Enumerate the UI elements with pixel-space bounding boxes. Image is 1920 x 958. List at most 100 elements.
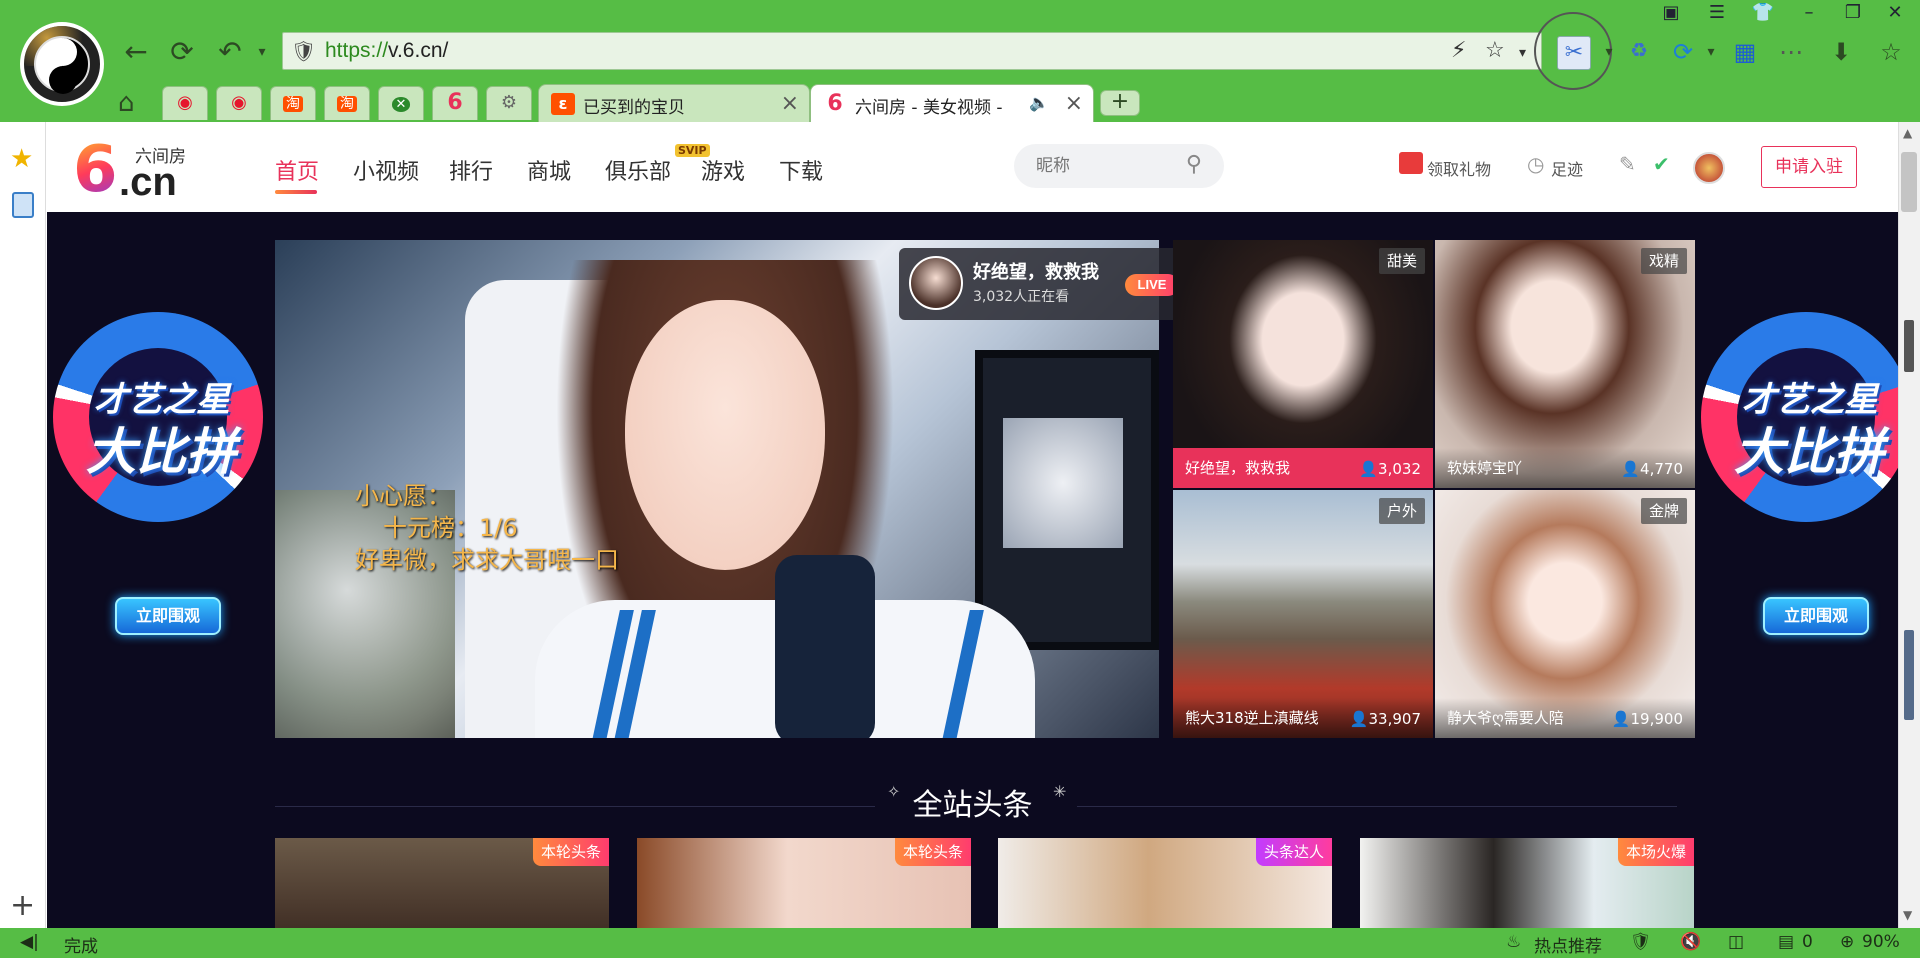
logo-six: 6 [73, 133, 118, 207]
live-thumb[interactable]: 戏精 软妹婷宝吖 👤4,770 [1435, 240, 1695, 488]
menu-icon[interactable]: ☰ [1702, 2, 1732, 23]
mini-tab-settings[interactable]: ⚙ [486, 86, 532, 120]
toolbox-icon[interactable]: ◫ [1728, 932, 1744, 952]
mini-tab-six[interactable]: 6 [432, 86, 478, 120]
headline-tag: 本场火爆 [1617, 838, 1694, 866]
add-sidebar-icon[interactable]: + [10, 888, 35, 923]
left-banner[interactable]: 才艺之星 大比拼 立即围观 [47, 212, 271, 742]
mini-tab-x[interactable]: ✕ [378, 86, 424, 120]
calculator-icon[interactable]: ▦ [1730, 38, 1760, 66]
mini-tab-weibo-2[interactable]: ◉ [216, 86, 262, 120]
nav-games[interactable]: 游戏 [701, 154, 745, 186]
mini-tab-taobao-2[interactable]: 淘 [324, 86, 370, 120]
taobao-icon: ε [551, 93, 575, 115]
undo-button[interactable]: ↶ [212, 36, 248, 68]
live-info-card[interactable]: 好绝望，救救我 3,032人正在看 LIVE [899, 248, 1195, 320]
live-thumb[interactable]: 户外 熊大318逆上滇藏线 👤33,907 [1173, 490, 1433, 738]
tablet-icon[interactable] [12, 192, 34, 218]
tab-label: 已买到的宝贝 [583, 98, 685, 118]
search-icon[interactable]: ⚲ [1186, 152, 1202, 177]
new-tab-button[interactable]: + [1100, 90, 1140, 116]
restore-button[interactable]: ❐ [1838, 2, 1868, 23]
footprint-link[interactable]: 足迹 [1551, 156, 1583, 180]
banner-title-line2: 大比拼 [1734, 423, 1884, 481]
fire-icon: ♨ [1506, 932, 1522, 952]
headline-card[interactable]: 头条达人 [998, 838, 1332, 928]
thumb-count: 👤19,900 [1612, 710, 1683, 728]
taobao-icon: 淘 [283, 96, 303, 112]
download-icon[interactable]: ⬇ [1826, 38, 1856, 66]
check-icon[interactable]: ✔ [1653, 152, 1670, 176]
skin-icon[interactable]: 👕 [1748, 2, 1778, 23]
address-dropdown-icon[interactable]: ▾ [1519, 45, 1526, 61]
close-tab-icon[interactable]: × [781, 91, 799, 116]
scissors-dropdown-icon[interactable]: ▾ [1594, 44, 1624, 60]
headline-card[interactable]: 本轮头条 [275, 838, 609, 928]
lightning-icon[interactable]: ⚡ [1451, 38, 1466, 63]
nav-home[interactable]: 首页 [275, 154, 319, 194]
edit-icon[interactable]: ✎ [1619, 152, 1636, 176]
zoom-level[interactable]: 90% [1862, 932, 1900, 952]
close-tab-icon[interactable]: × [1065, 91, 1083, 116]
user-icon: 👤 [1611, 710, 1631, 728]
scroll-down-icon[interactable]: ▼ [1903, 908, 1912, 922]
browser-avatar[interactable] [20, 22, 104, 106]
live-thumb[interactable]: 金牌 静大爷ღ需要人陪 👤19,900 [1435, 490, 1695, 738]
nav-mall[interactable]: 商城 [527, 154, 571, 186]
favorites-icon[interactable]: ★ [10, 144, 33, 174]
hot-recommend-link[interactable]: 热点推荐 [1534, 932, 1602, 957]
status-text: 完成 [64, 937, 98, 957]
mini-tab-taobao-1[interactable]: 淘 [270, 86, 316, 120]
six-icon: 6 [447, 90, 463, 115]
home-button[interactable]: ⌂ [118, 88, 135, 118]
sync-icon[interactable]: ⟳ [1668, 38, 1698, 66]
mini-tab-weibo-1[interactable]: ◉ [162, 86, 208, 120]
live-thumb[interactable]: 甜美 好绝望，救救我 👤3,032 [1173, 240, 1433, 488]
scissors-icon[interactable]: ✂ [1557, 36, 1591, 70]
streamer-avatar [909, 256, 963, 310]
nav-short-video[interactable]: 小视频 [353, 154, 419, 186]
translate-icon[interactable]: ♻ [1624, 38, 1654, 62]
search-input[interactable] [1036, 154, 1176, 178]
url-text[interactable]: https://v.6.cn/ [325, 39, 448, 63]
refresh-button[interactable]: ⟳ [164, 36, 200, 68]
speaker-icon[interactable]: 🔈 [1029, 93, 1049, 112]
site-logo[interactable]: 6 六间房 .cn [73, 133, 203, 207]
apply-button[interactable]: 申请入驻 [1761, 146, 1857, 188]
address-bar[interactable]: 🛡 https://v.6.cn/ ⚡ ☆ ▾ [282, 32, 1542, 70]
more-icon[interactable]: ⋯ [1776, 38, 1806, 66]
sync-dropdown-icon[interactable]: ▾ [1696, 44, 1726, 60]
watch-now-button[interactable]: 立即围观 [115, 597, 221, 635]
watch-now-button[interactable]: 立即围观 [1763, 597, 1869, 635]
minimize-button[interactable]: – [1794, 2, 1824, 23]
nav-club[interactable]: 俱乐部 SVIP [605, 144, 710, 186]
close-window-button[interactable]: ✕ [1880, 2, 1910, 23]
microphone [775, 555, 875, 738]
headline-tag: 头条达人 [1255, 838, 1332, 866]
panel-toggle-icon[interactable]: ◀| [20, 932, 39, 952]
tab-purchased[interactable]: ε 已买到的宝贝 × [538, 84, 810, 122]
user-avatar[interactable] [1693, 152, 1725, 184]
headline-card[interactable]: 本场火爆 [1360, 838, 1694, 928]
thumb-count: 👤33,907 [1350, 710, 1421, 728]
claim-gift-link[interactable]: 领取礼物 [1427, 156, 1491, 180]
zoom-icon[interactable]: ⊕ [1840, 932, 1854, 952]
right-banner[interactable]: 才艺之星 大比拼 立即围观 [1695, 212, 1898, 742]
notification-icon[interactable]: ▤ [1778, 932, 1794, 952]
x-icon: ✕ [391, 97, 411, 112]
mute-icon[interactable]: 🔇 [1680, 932, 1701, 952]
sidebar-toggle-icon[interactable]: ▣ [1656, 2, 1686, 23]
tab-active-6cn[interactable]: 6 六间房 - 美女视频 - 🔈 × [810, 84, 1094, 122]
clock-icon: ◷ [1527, 152, 1545, 176]
scrollbar-thumb[interactable] [1901, 152, 1917, 212]
nav-ranking[interactable]: 排行 [449, 154, 493, 186]
nav-download[interactable]: 下载 [779, 154, 823, 186]
headline-card[interactable]: 本轮头条 [637, 838, 971, 928]
undo-dropdown-icon[interactable]: ▾ [244, 36, 280, 68]
bookmark-star-icon[interactable]: ☆ [1485, 38, 1505, 63]
shield-status-icon[interactable]: 🛡 [1630, 932, 1652, 952]
scroll-up-icon[interactable]: ▲ [1903, 126, 1912, 140]
back-button[interactable]: ← [118, 36, 154, 68]
vertical-scrollbar[interactable]: ▲ ▼ [1898, 122, 1920, 928]
favorites-star-icon[interactable]: ☆ [1876, 38, 1906, 66]
